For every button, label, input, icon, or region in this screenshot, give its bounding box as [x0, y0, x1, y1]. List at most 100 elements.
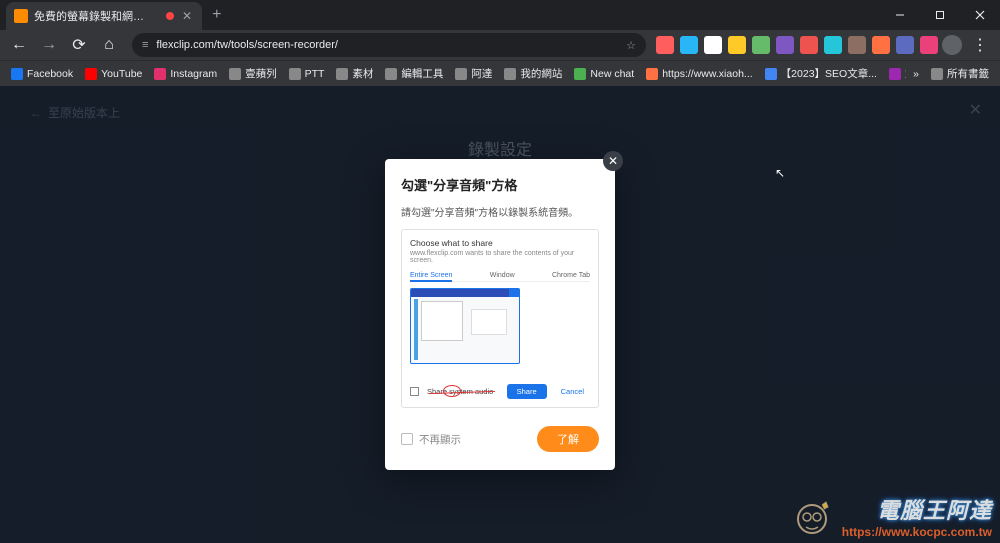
bookmark-label: Instagram: [170, 68, 217, 80]
all-bookmarks-label: 所有書籤: [947, 66, 989, 81]
bookmark-label: New chat: [590, 68, 634, 80]
bookmark-label: 壹蘋列: [245, 66, 277, 81]
bookmark-favicon: [336, 68, 348, 80]
extension-icon-4[interactable]: [752, 36, 770, 54]
share-tab-entire-screen: Entire Screen: [410, 272, 452, 282]
mouse-cursor-icon: ↖: [775, 166, 785, 180]
dont-show-again-checkbox[interactable]: [401, 433, 413, 445]
bookmark-item[interactable]: New chat: [569, 64, 639, 83]
modal-close-button[interactable]: ✕: [603, 151, 623, 171]
bookmark-label: 【2023】SEO文章...: [781, 66, 877, 81]
new-tab-button[interactable]: +: [202, 6, 231, 24]
bookmark-label: 阿達: [471, 66, 492, 81]
nav-back-button[interactable]: ←: [6, 32, 32, 58]
modal-title: 勾選"分享音頻"方格: [401, 175, 599, 194]
dont-show-again-label: 不再顯示: [419, 432, 461, 447]
bookmark-item[interactable]: YouTube: [80, 64, 147, 83]
page-content: ← 至原始版本上 ✕ 錄製設定 聲音錄製處理 勾選"分享音頻"方格 請勾選"分享…: [0, 86, 1000, 543]
modal-ok-button[interactable]: 了解: [537, 426, 599, 452]
tab-close-icon[interactable]: ✕: [180, 9, 194, 23]
bookmark-label: YouTube: [101, 68, 142, 80]
share-picker-heading: Choose what to share: [410, 238, 590, 248]
bookmark-item[interactable]: PTT: [284, 64, 330, 83]
bookmark-label: 素材: [352, 66, 373, 81]
bookmarks-bar: Facebook YouTube Instagram 壹蘋列 PTT 素材 編輯工具 阿達 我的…: [0, 60, 1000, 86]
extension-icon-2[interactable]: [704, 36, 722, 54]
extension-icon-0[interactable]: [656, 36, 674, 54]
bookmark-item[interactable]: 編輯工具: [380, 64, 448, 83]
bookmark-item[interactable]: 阿達: [450, 64, 497, 83]
omnibox-url: flexclip.com/tw/tools/screen-recorder/: [156, 39, 618, 51]
bookmark-favicon: [11, 68, 23, 80]
bookmarks-overflow-chevron[interactable]: »: [908, 64, 924, 83]
recording-indicator-icon: [166, 12, 174, 20]
modal-overlay: 勾選"分享音頻"方格 請勾選"分享音頻"方格以錄製系統音頻。 Choose wh…: [0, 86, 1000, 543]
nav-forward-button[interactable]: →: [36, 32, 62, 58]
bookmark-favicon: [889, 68, 901, 80]
bookmark-item[interactable]: 壹蘋列: [224, 64, 282, 83]
window-close-button[interactable]: [960, 0, 1000, 30]
nav-home-button[interactable]: ⌂: [96, 32, 122, 58]
share-picker-cancel-button: Cancel: [555, 384, 590, 399]
bookmark-label: 編輯工具: [401, 66, 443, 81]
folder-icon: [931, 68, 943, 80]
bookmark-item[interactable]: 我的網站: [499, 64, 567, 83]
nav-reload-button[interactable]: ⟳: [66, 32, 92, 58]
extension-row: [656, 36, 938, 54]
bookmark-favicon: [289, 68, 301, 80]
bookmark-item[interactable]: 素材: [331, 64, 378, 83]
share-picker-tabs: Entire Screen Window Chrome Tab: [410, 272, 590, 282]
browser-menu-button[interactable]: ⋮: [966, 35, 994, 55]
bookmark-favicon: [765, 68, 777, 80]
browser-navbar: ← → ⟳ ⌂ ≡ flexclip.com/tw/tools/screen-r…: [0, 30, 1000, 60]
bookmark-star-icon[interactable]: ☆: [626, 39, 636, 52]
modal-subtitle: 請勾選"分享音頻"方格以錄製系統音頻。: [401, 204, 599, 219]
bookmark-item[interactable]: Facebook: [6, 64, 78, 83]
share-tab-window: Window: [490, 272, 515, 279]
share-picker-preview: Choose what to share www.flexclip.com wa…: [401, 229, 599, 408]
extension-icon-5[interactable]: [776, 36, 794, 54]
bookmark-favicon: [646, 68, 658, 80]
bookmark-label: 劍橋翻譯 | 中英雙語: [905, 66, 906, 81]
extension-icon-6[interactable]: [800, 36, 818, 54]
bookmark-label: https://www.xiaoh...: [662, 68, 752, 80]
extension-icon-10[interactable]: [896, 36, 914, 54]
share-audio-modal: 勾選"分享音頻"方格 請勾選"分享音頻"方格以錄製系統音頻。 Choose wh…: [385, 159, 615, 470]
bookmark-favicon: [229, 68, 241, 80]
bookmark-label: PTT: [305, 68, 325, 80]
omnibox[interactable]: ≡ flexclip.com/tw/tools/screen-recorder/…: [132, 33, 646, 57]
profile-avatar[interactable]: [942, 35, 962, 55]
extension-icon-7[interactable]: [824, 36, 842, 54]
window-controls: [880, 0, 1000, 30]
bookmark-favicon: [154, 68, 166, 80]
all-bookmarks-folder[interactable]: 所有書籤: [926, 64, 994, 83]
window-maximize-button[interactable]: [920, 0, 960, 30]
tab-title: 免費的螢幕錄製和網路攝影: [34, 8, 154, 24]
bookmark-favicon: [504, 68, 516, 80]
share-picker-subheading: www.flexclip.com wants to share the cont…: [410, 250, 590, 264]
bookmark-favicon: [455, 68, 467, 80]
share-picker-share-button: Share: [507, 384, 547, 399]
tab-favicon: [14, 9, 28, 23]
share-system-audio-checkbox: [410, 387, 419, 396]
bookmark-label: 我的網站: [520, 66, 562, 81]
extension-icon-9[interactable]: [872, 36, 890, 54]
share-tab-chrome-tab: Chrome Tab: [552, 272, 590, 279]
extension-icon-3[interactable]: [728, 36, 746, 54]
extension-icon-11[interactable]: [920, 36, 938, 54]
screen-thumbnail: [410, 288, 520, 364]
extension-icon-1[interactable]: [680, 36, 698, 54]
window-minimize-button[interactable]: [880, 0, 920, 30]
bookmark-favicon: [85, 68, 97, 80]
site-info-icon[interactable]: ≡: [142, 39, 148, 51]
bookmark-item[interactable]: 【2023】SEO文章...: [760, 64, 882, 83]
bookmark-favicon: [574, 68, 586, 80]
bookmark-item[interactable]: 劍橋翻譯 | 中英雙語: [884, 64, 906, 83]
bookmark-label: Facebook: [27, 68, 73, 80]
extension-icon-8[interactable]: [848, 36, 866, 54]
highlight-circle-icon: [443, 385, 461, 397]
browser-tab[interactable]: 免費的螢幕錄製和網路攝影 ✕: [6, 2, 202, 30]
bookmark-favicon: [385, 68, 397, 80]
bookmark-item[interactable]: Instagram: [149, 64, 222, 83]
bookmark-item[interactable]: https://www.xiaoh...: [641, 64, 757, 83]
